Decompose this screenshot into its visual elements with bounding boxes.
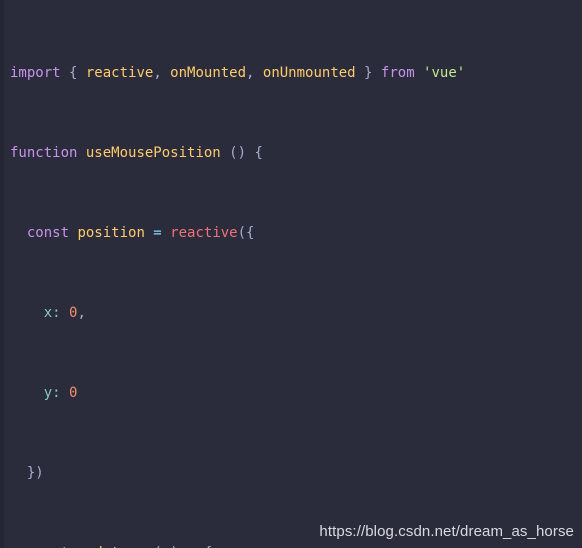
token-comma-2: , (246, 65, 263, 81)
token-number-zero-y: 0 (60, 385, 78, 401)
token-key-x: x: (43, 305, 61, 321)
code-line-2: function useMousePosition () { (10, 143, 582, 163)
token-call-reactive: reactive (170, 225, 238, 241)
token-comma: , (77, 305, 86, 321)
token-module-vue: 'vue' (414, 65, 466, 81)
token-key-y: y: (43, 385, 61, 401)
token-operator-assign: = (144, 225, 171, 241)
code-screenshot: import { reactive, onMounted, onUnmounte… (0, 0, 582, 548)
token-keyword-const: const (26, 225, 70, 241)
token-var-position: position (69, 225, 145, 241)
token-brace-close: } (355, 65, 381, 81)
token-number-zero-x: 0 (60, 305, 78, 321)
token-import-reactive: reactive (85, 65, 154, 81)
token-open-paren-brace: ({ (237, 225, 255, 241)
token-keyword-import: import (10, 65, 61, 81)
code-line-1: import { reactive, onMounted, onUnmounte… (10, 63, 582, 83)
token-keyword-from: from (380, 65, 415, 81)
token-brace-open: { (60, 65, 86, 81)
token-keyword-function: function (10, 145, 78, 161)
code-line-4: x: 0, (10, 303, 582, 323)
token-import-onunmounted: onUnmounted (262, 65, 356, 81)
token-import-onmounted: onMounted (170, 65, 247, 81)
code-line-3: const position = reactive({ (10, 223, 582, 243)
code-line-7: const update = (e) ⇒ { (10, 543, 582, 548)
code-line-6: }) (10, 463, 582, 483)
code-block: import { reactive, onMounted, onUnmounte… (0, 0, 582, 548)
token-close-brace-paren: }) (10, 465, 44, 481)
token-function-parens: () { (220, 145, 263, 161)
token-function-name-usemouseposition: useMousePosition (77, 145, 221, 161)
code-line-5: y: 0 (10, 383, 582, 403)
watermark-url: https://blog.csdn.net/dream_as_horse (319, 523, 574, 540)
token-comma-1: , (153, 65, 171, 81)
